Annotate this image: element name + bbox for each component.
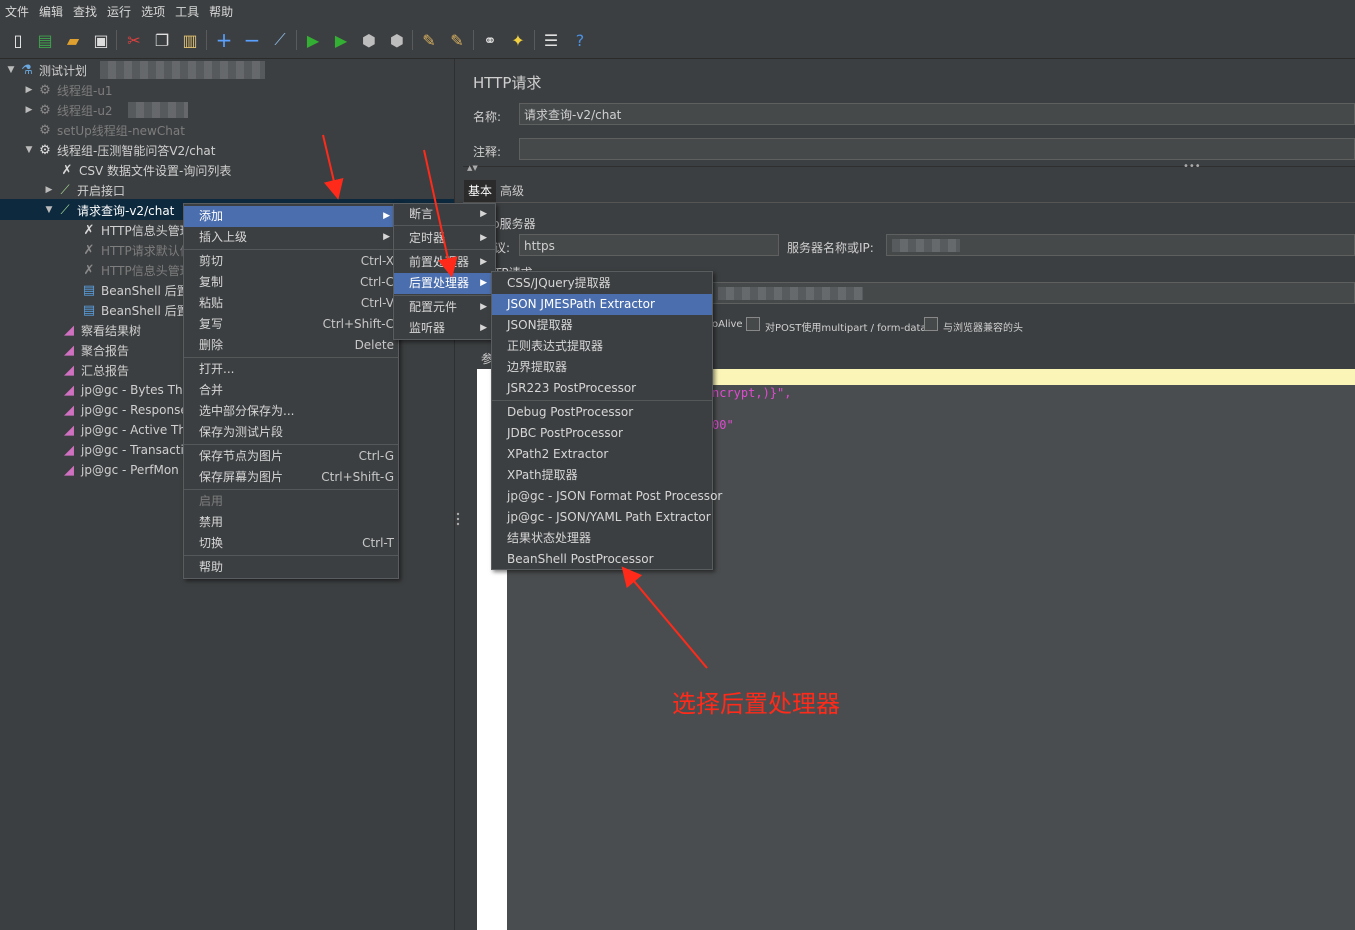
annotation-arrows [322,134,708,669]
arrow-to-add [322,134,344,200]
annotation-text: 选择后置处理器 [672,690,840,718]
arrow-to-submenu [621,566,708,669]
arrow-to-post-processor [423,149,458,278]
